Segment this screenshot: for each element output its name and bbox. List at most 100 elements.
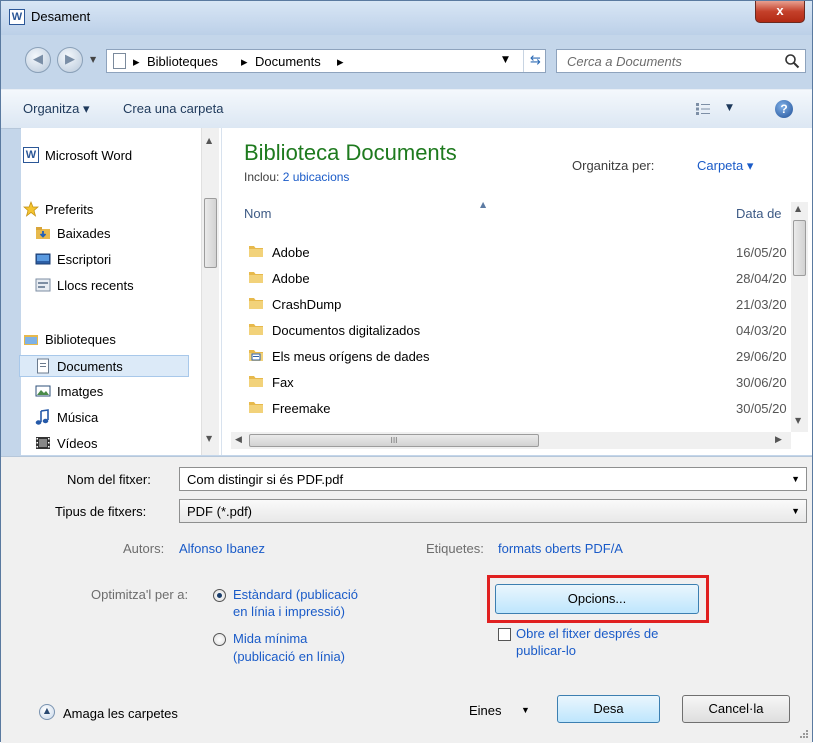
view-options-icon[interactable]: [695, 102, 711, 116]
authors-value[interactable]: Alfonso Ibanez: [179, 541, 265, 556]
open-after-publish-line2[interactable]: publicar-lo: [516, 643, 576, 658]
nav-item-downloads[interactable]: Baixades: [21, 222, 211, 244]
file-date: 29/06/20: [736, 349, 787, 364]
radio-standard[interactable]: [213, 589, 226, 602]
back-arrow-icon: ◀: [33, 52, 43, 67]
file-list-hscroll-thumb[interactable]: III: [249, 434, 539, 447]
address-bar[interactable]: ▸ Biblioteques ▸ Documents ▸ ▼ ⇆: [106, 49, 546, 73]
file-list-vertical-scrollbar[interactable]: ▲ ▼: [791, 202, 808, 432]
tags-value[interactable]: formats oberts PDF/A: [498, 541, 623, 556]
column-header-name[interactable]: Nom: [244, 206, 271, 221]
help-icon[interactable]: ?: [775, 100, 793, 118]
resize-grip-icon[interactable]: [797, 727, 809, 739]
file-list-horizontal-scrollbar[interactable]: ◀ III ▶: [231, 432, 791, 449]
file-row[interactable]: CrashDump 21/03/20: [244, 292, 789, 316]
title-bar[interactable]: W Desament x: [1, 1, 812, 35]
file-row[interactable]: Adobe 28/04/20: [244, 266, 789, 290]
breadcrumb-biblioteques[interactable]: Biblioteques: [147, 54, 218, 69]
address-dropdown-icon[interactable]: ▼: [502, 55, 509, 65]
organize-menu[interactable]: Organitza ▾: [23, 101, 90, 117]
search-icon[interactable]: [784, 53, 800, 69]
save-button[interactable]: Desa: [557, 695, 660, 723]
nav-item-microsoft-word[interactable]: W Microsoft Word: [21, 144, 211, 166]
search-input[interactable]: Cerca a Documents: [567, 54, 682, 69]
hide-folders-icon[interactable]: ▲: [39, 704, 55, 720]
save-dialog: W Desament x ◀ ▶ ▼ ▸ Biblioteques ▸ Docu…: [0, 0, 813, 743]
option-standard-line2[interactable]: en línia i impressió): [233, 604, 345, 619]
scroll-up-arrow-icon[interactable]: ▲: [206, 136, 212, 145]
libraries-icon: [24, 335, 38, 345]
forward-arrow-icon: ▶: [65, 52, 75, 67]
authors-label: Autors:: [123, 541, 165, 556]
search-box[interactable]: Cerca a Documents: [556, 49, 806, 73]
scroll-up-arrow-icon[interactable]: ▲: [795, 204, 801, 213]
command-bar: Organitza ▾ Crea una carpeta ▼ ?: [1, 89, 812, 129]
file-name: Fax: [272, 375, 294, 390]
nav-item-libraries[interactable]: Biblioteques: [21, 328, 211, 350]
radio-minimum-size[interactable]: [213, 633, 226, 646]
nav-item-label: Vídeos: [57, 436, 98, 451]
options-button[interactable]: Opcions...: [495, 584, 699, 614]
filename-field[interactable]: Com distingir si és PDF.pdf ▼: [179, 467, 807, 491]
nav-pane-scroll-thumb[interactable]: [204, 198, 217, 268]
cancel-button[interactable]: Cancel·la: [682, 695, 790, 723]
nav-item-label: Llocs recents: [57, 278, 134, 293]
file-name: CrashDump: [272, 297, 342, 312]
file-row[interactable]: Els meus orígens de dades 29/06/20: [244, 344, 789, 368]
scroll-down-arrow-icon[interactable]: ▼: [206, 434, 212, 443]
includes-locations-link[interactable]: 2 ubicacions: [283, 170, 350, 184]
nav-item-label: Preferits: [45, 202, 94, 217]
nav-item-favorites[interactable]: Preferits: [21, 198, 211, 220]
scroll-left-arrow-icon[interactable]: ◀: [235, 435, 242, 445]
file-list-scroll-thumb[interactable]: [793, 220, 806, 276]
folder-icon: [249, 272, 263, 283]
column-header-date[interactable]: Data de: [736, 206, 782, 221]
filetype-select[interactable]: PDF (*.pdf) ▼: [179, 499, 807, 523]
includes-label: Inclou:: [244, 170, 280, 184]
option-minimum-line2[interactable]: (publicació en línia): [233, 649, 345, 664]
scroll-right-arrow-icon[interactable]: ▶: [775, 435, 782, 445]
file-date: 30/05/20: [736, 401, 787, 416]
breadcrumb-separator[interactable]: ▸: [337, 54, 344, 70]
file-list-pane: Biblioteca Documents Inclou: 2 ubicacion…: [221, 128, 812, 455]
option-standard-line1[interactable]: Estàndard (publicació: [233, 587, 358, 602]
filename-input[interactable]: Com distingir si és PDF.pdf: [187, 472, 343, 487]
forward-button[interactable]: ▶: [57, 47, 83, 73]
tools-dropdown-icon[interactable]: ▼: [521, 705, 530, 715]
nav-item-label: Biblioteques: [45, 332, 116, 347]
new-folder-button[interactable]: Crea una carpeta: [123, 101, 223, 116]
filetype-dropdown-icon[interactable]: ▼: [791, 506, 800, 516]
open-after-publish-checkbox[interactable]: [498, 628, 511, 641]
breadcrumb-separator[interactable]: ▸: [241, 54, 248, 70]
tools-menu[interactable]: Eines: [469, 703, 502, 718]
option-minimum-line1[interactable]: Mida mínima: [233, 631, 307, 646]
videos-icon: [36, 437, 50, 449]
nav-item-videos[interactable]: Vídeos: [21, 432, 211, 454]
filename-dropdown-icon[interactable]: ▼: [791, 474, 800, 484]
back-button[interactable]: ◀: [25, 47, 51, 73]
nav-item-desktop[interactable]: Escriptori: [21, 248, 211, 270]
refresh-button[interactable]: ⇆: [523, 50, 547, 72]
recent-places-icon: [35, 278, 51, 292]
scroll-down-arrow-icon[interactable]: ▼: [795, 416, 801, 425]
filename-label: Nom del fitxer:: [67, 472, 151, 487]
breadcrumb-separator[interactable]: ▸: [133, 54, 140, 70]
nav-item-music[interactable]: Música: [21, 406, 211, 428]
close-button[interactable]: x: [755, 1, 805, 23]
recent-pages-dropdown[interactable]: ▼: [90, 55, 96, 64]
nav-item-documents[interactable]: Documents: [19, 355, 189, 377]
file-row[interactable]: Freemake 30/05/20: [244, 396, 789, 420]
view-dropdown-icon[interactable]: ▼: [726, 103, 733, 113]
nav-item-pictures[interactable]: Imatges: [21, 380, 211, 402]
nav-item-recent-places[interactable]: Llocs recents: [21, 274, 211, 296]
file-row[interactable]: Documentos digitalizados 04/03/20: [244, 318, 789, 342]
filetype-value: PDF (*.pdf): [187, 504, 253, 519]
hide-folders-button[interactable]: Amaga les carpetes: [63, 706, 178, 721]
arrange-by-dropdown[interactable]: Carpeta ▾: [697, 158, 753, 174]
folder-icon: [249, 402, 263, 413]
file-row[interactable]: Fax 30/06/20: [244, 370, 789, 394]
breadcrumb-documents[interactable]: Documents: [255, 54, 321, 69]
nav-pane-scrollbar[interactable]: ▲ ▼: [201, 128, 219, 455]
open-after-publish-line1[interactable]: Obre el fitxer després de: [516, 626, 658, 641]
file-row[interactable]: Adobe 16/05/20: [244, 240, 789, 264]
